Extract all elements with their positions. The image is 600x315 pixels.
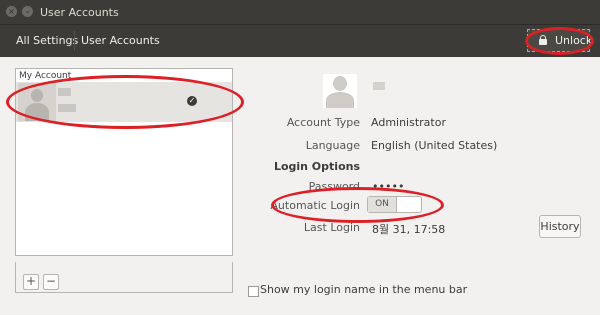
history-button[interactable]: History bbox=[539, 215, 581, 238]
toolbar-separator bbox=[74, 31, 75, 51]
automatic-login-label: Automatic Login bbox=[270, 199, 360, 212]
current-user-check-icon: ✓ bbox=[187, 96, 197, 106]
last-login-value: 8월 31, 17:58 bbox=[372, 223, 446, 236]
lock-icon bbox=[539, 35, 547, 45]
user-accounts-window: × – User Accounts All Settings User Acco… bbox=[0, 0, 600, 315]
list-toolbar: + − bbox=[15, 262, 233, 293]
remove-user-button[interactable]: − bbox=[43, 274, 59, 290]
unlock-label: Unlock bbox=[555, 34, 593, 47]
account-type-label: Account Type bbox=[286, 116, 360, 129]
list-header: My Account bbox=[19, 71, 72, 81]
close-icon[interactable]: × bbox=[6, 6, 17, 17]
user-name-blurred bbox=[373, 82, 385, 90]
add-user-button[interactable]: + bbox=[23, 274, 39, 290]
all-settings-button[interactable]: All Settings bbox=[16, 25, 78, 57]
last-login-label: Last Login bbox=[303, 221, 360, 234]
avatar bbox=[18, 83, 56, 121]
breadcrumb-user-accounts[interactable]: User Accounts bbox=[81, 25, 160, 57]
automatic-login-switch[interactable]: ON bbox=[367, 196, 422, 213]
main-panel: My Account ✓ + − Account Type Administra… bbox=[0, 57, 600, 315]
show-login-name-label[interactable]: Show my login name in the menu bar bbox=[260, 283, 467, 296]
switch-on-label: ON bbox=[368, 197, 397, 212]
login-options-heading: Login Options bbox=[273, 160, 360, 173]
user-list: My Account ✓ bbox=[15, 68, 233, 256]
window-title: User Accounts bbox=[40, 6, 119, 19]
unlock-button[interactable]: Unlock bbox=[527, 29, 593, 52]
password-value[interactable]: ••••• bbox=[372, 180, 404, 193]
password-label: Password bbox=[308, 180, 360, 193]
language-label: Language bbox=[305, 139, 360, 152]
title-bar: × – User Accounts bbox=[0, 0, 600, 24]
toolbar: All Settings User Accounts Unlock bbox=[0, 24, 600, 57]
minimize-icon[interactable]: – bbox=[22, 6, 33, 17]
account-type-value[interactable]: Administrator bbox=[371, 116, 446, 129]
user-avatar-large[interactable] bbox=[323, 74, 357, 108]
username-blurred bbox=[58, 88, 71, 96]
language-value[interactable]: English (United States) bbox=[371, 139, 497, 152]
user-list-item[interactable]: ✓ bbox=[16, 82, 232, 122]
fullname-blurred bbox=[58, 104, 76, 112]
show-login-name-checkbox[interactable] bbox=[248, 286, 259, 297]
